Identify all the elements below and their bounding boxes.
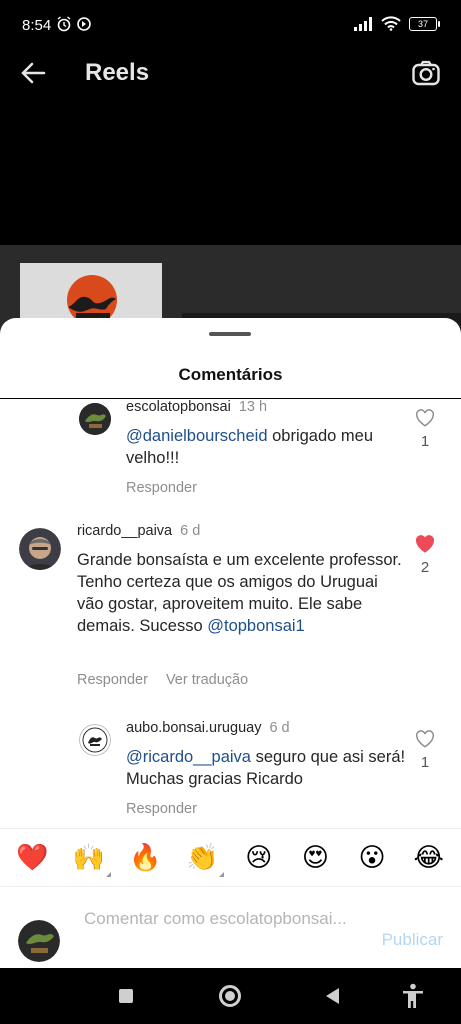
comment-list[interactable]: escolatopbonsai 13 h @danielbourscheid ob… [0, 399, 461, 827]
battery-indicator: 37 [409, 16, 440, 31]
avatar[interactable] [79, 724, 111, 756]
emoji-heart-eyes[interactable]: 😍 [295, 843, 335, 873]
emoji-clapping-hands[interactable]: 👏 [182, 842, 225, 877]
comment-time: 6 d [269, 720, 290, 736]
like-count: 1 [420, 433, 430, 450]
comment-composer: Comentar como escolatopbonsai... Publica… [0, 886, 461, 968]
avatar[interactable] [79, 403, 111, 435]
back-button-icon[interactable] [326, 988, 339, 1004]
reply-button[interactable]: Responder [126, 801, 197, 817]
reels-header: Reels [0, 50, 461, 98]
emoji-glyph: 👏 [186, 842, 219, 873]
reply-button[interactable]: Responder [77, 672, 148, 688]
emoji-fire[interactable]: 🔥 [126, 843, 166, 873]
emoji-heart[interactable]: ❤️ [12, 843, 52, 873]
like-count: 2 [420, 559, 430, 576]
drag-handle[interactable] [209, 332, 251, 336]
system-navigation-bar [0, 968, 461, 1024]
comment-mention[interactable]: @danielbourscheid [126, 427, 268, 445]
emoji-surprised-face[interactable]: 😮 [352, 843, 392, 873]
reply-button[interactable]: Responder [126, 480, 197, 496]
like-control[interactable]: 1 [414, 409, 436, 450]
like-control[interactable]: 2 [414, 535, 436, 576]
wifi-icon [381, 16, 401, 31]
comment-text: @danielbourscheid obrigado meu velho!!! [126, 425, 396, 469]
heart-outline-icon[interactable] [415, 730, 435, 748]
comment-username[interactable]: escolatopbonsai [126, 399, 231, 415]
status-bar: 8:54 37 [0, 0, 461, 50]
comment-time: 13 h [238, 399, 268, 415]
comment-text: Grande bonsaísta e um excelente professo… [77, 549, 407, 637]
comment-mention[interactable]: @topbonsai1 [207, 617, 305, 635]
comment-username[interactable]: aubo.bonsai.uruguay [126, 720, 261, 736]
publish-button[interactable]: Publicar [382, 930, 443, 950]
like-control[interactable]: 1 [414, 730, 436, 771]
translate-button[interactable]: Ver tradução [166, 672, 248, 688]
back-arrow-icon[interactable] [18, 58, 48, 88]
skin-tone-indicator [105, 871, 111, 877]
heart-filled-icon[interactable] [415, 535, 435, 553]
comments-sheet: Comentários escolatopbonsai 13 h @danielb… [0, 318, 461, 968]
skin-tone-indicator [219, 871, 225, 877]
status-system-icons: 37 [353, 16, 440, 31]
comment-mention[interactable]: @ricardo__paiva [126, 748, 251, 766]
signal-icon [354, 16, 372, 31]
avatar[interactable] [19, 528, 61, 570]
my-avatar [18, 920, 60, 962]
comment-time: 6 d [180, 523, 201, 539]
camera-icon[interactable] [411, 58, 441, 88]
comment-reply: escolatopbonsai 13 h @danielbourscheid ob… [0, 399, 461, 504]
emoji-glyph: 🙌 [72, 842, 106, 873]
comment-username[interactable]: ricardo__paiva [77, 523, 172, 539]
emoji-reaction-bar: ❤️ 🙌 🔥 👏 😢 😍 😮 😂 [0, 828, 461, 886]
like-count: 1 [420, 754, 430, 771]
emoji-crying-face[interactable]: 😢 [239, 843, 279, 873]
accessibility-icon[interactable] [402, 983, 424, 1009]
recents-button-icon[interactable] [119, 989, 133, 1003]
emoji-tears-of-joy[interactable]: 😂 [409, 843, 449, 873]
comment-input[interactable]: Comentar como escolatopbonsai... [84, 907, 354, 930]
alarm-icon [57, 16, 71, 32]
comment: ricardo__paiva 6 d Grande bonsaísta e um … [0, 523, 461, 693]
comment-reply: aubo.bonsai.uruguay 6 d @ricardo__paiva s… [0, 720, 461, 825]
data-saver-icon [77, 17, 91, 31]
comment-text: @ricardo__paiva seguro que asi será! Muc… [126, 746, 406, 790]
heart-outline-icon[interactable] [415, 409, 435, 427]
status-time: 8:54 [22, 17, 52, 34]
home-button-icon[interactable] [219, 985, 241, 1007]
sheet-title: Comentários [178, 365, 283, 384]
page-title: Reels [85, 59, 150, 86]
status-notification-icons [56, 16, 92, 32]
emoji-raised-hands[interactable]: 🙌 [69, 842, 111, 877]
